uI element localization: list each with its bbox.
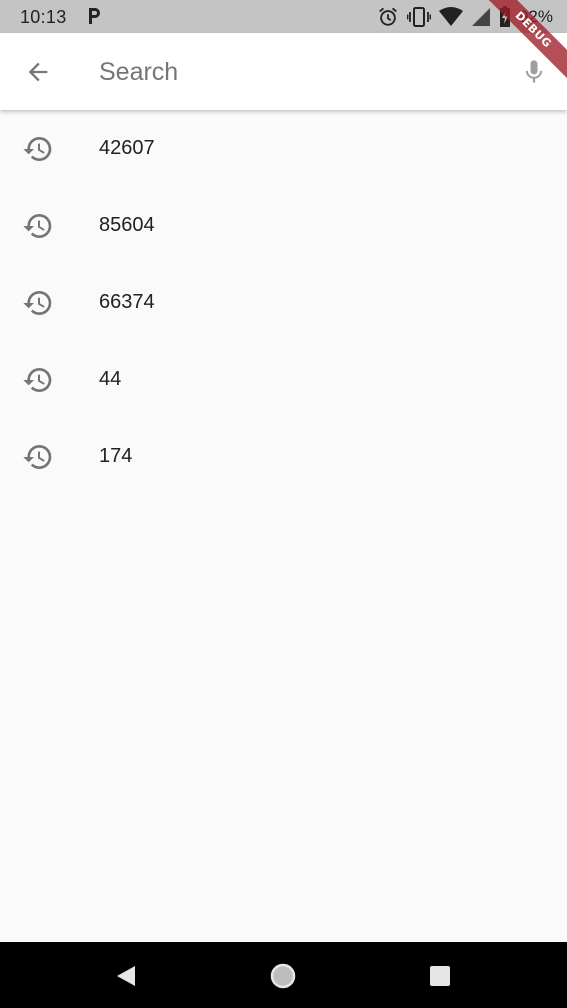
nav-home-button[interactable] bbox=[269, 962, 297, 990]
screen: 10:13 92% DEBUG Search 42607 85604 66374… bbox=[0, 0, 567, 1008]
search-input[interactable] bbox=[99, 53, 499, 91]
history-item[interactable]: 85604 bbox=[0, 187, 567, 264]
voice-search-button[interactable] bbox=[519, 55, 549, 89]
wifi-icon bbox=[438, 7, 463, 26]
history-item[interactable]: 44 bbox=[0, 341, 567, 418]
system-nav-bar bbox=[0, 942, 567, 1008]
nav-back-icon bbox=[117, 966, 135, 986]
nav-back-button[interactable] bbox=[112, 962, 140, 990]
search-history-list: 42607 85604 66374 44 174 bbox=[0, 110, 567, 495]
arrow-back-icon bbox=[28, 62, 48, 82]
history-item-label: 174 bbox=[99, 445, 133, 467]
history-item-label: 44 bbox=[99, 368, 122, 390]
back-button[interactable] bbox=[20, 55, 56, 89]
status-bar: 10:13 92% bbox=[0, 0, 567, 33]
signal-icon bbox=[471, 8, 490, 26]
battery-percent: 92% bbox=[518, 7, 553, 26]
status-time: 10:13 bbox=[20, 7, 67, 27]
alarm-icon bbox=[379, 7, 397, 26]
status-icons: 92% bbox=[377, 6, 553, 28]
history-item-label: 42607 bbox=[99, 137, 155, 159]
history-item[interactable]: 42607 bbox=[0, 110, 567, 187]
battery-icon bbox=[499, 6, 510, 27]
history-item[interactable]: 174 bbox=[0, 418, 567, 495]
history-icon bbox=[23, 368, 52, 392]
parking-icon bbox=[89, 8, 100, 24]
nav-recents-button[interactable] bbox=[426, 962, 454, 990]
history-icon bbox=[23, 291, 52, 315]
history-item[interactable]: 66374 bbox=[0, 264, 567, 341]
nav-recents-icon bbox=[430, 966, 450, 986]
history-icon bbox=[23, 445, 52, 469]
search-app-bar bbox=[0, 33, 567, 110]
mic-icon bbox=[525, 60, 543, 83]
history-icon bbox=[23, 214, 52, 239]
history-item-label: 85604 bbox=[99, 214, 155, 236]
history-icon bbox=[23, 137, 52, 162]
vibrate-icon bbox=[406, 7, 431, 27]
history-item-label: 66374 bbox=[99, 291, 155, 313]
nav-home-icon bbox=[270, 963, 296, 989]
